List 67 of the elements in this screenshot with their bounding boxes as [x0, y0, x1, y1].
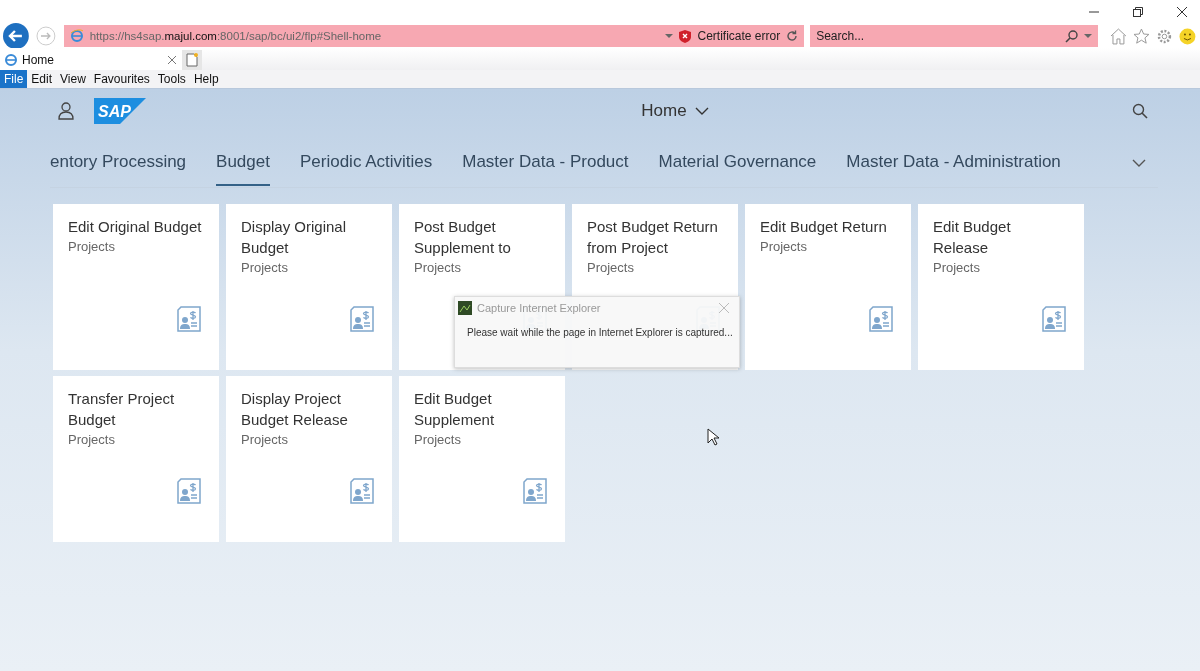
- tile-subtitle: Projects: [933, 260, 981, 275]
- app-tile[interactable]: Display Project Budget Release Projects: [226, 376, 392, 542]
- group-tab[interactable]: Master Data - Administration: [846, 140, 1061, 186]
- search-field[interactable]: Search...: [810, 25, 1099, 47]
- search-icon[interactable]: [1132, 103, 1148, 119]
- tile-title: Transfer Project Budget: [68, 389, 176, 430]
- star-icon[interactable]: [1133, 27, 1151, 45]
- new-page-icon: [186, 53, 198, 67]
- search-input[interactable]: Search...: [816, 29, 1060, 43]
- menu-item[interactable]: Help: [189, 70, 223, 88]
- group-tab[interactable]: Periodic Activities: [299, 140, 433, 186]
- menu-item[interactable]: Favourites: [89, 70, 154, 88]
- tile-subtitle: Projects: [68, 432, 116, 447]
- tile-title: Edit Budget Release: [933, 217, 1012, 258]
- app-tile[interactable]: Transfer Project Budget Projects: [53, 376, 219, 542]
- url-text[interactable]: https://hs4sap.majul.com:8001/sap/bc/ui2/flp#Shell-home: [89, 30, 382, 42]
- chevron-down-icon: [694, 107, 709, 115]
- tile-subtitle: Projects: [587, 260, 635, 275]
- smiley-icon[interactable]: [1179, 27, 1196, 45]
- group-tab[interactable]: entory Processing: [50, 140, 187, 186]
- group-tab[interactable]: Master Data - Product: [462, 140, 629, 186]
- tile-title: Edit Original Budget: [68, 217, 203, 237]
- mouse-pointer-icon: [707, 428, 719, 446]
- menu-item[interactable]: Edit: [27, 70, 57, 88]
- ie-page-icon: [69, 29, 84, 43]
- dropdown-icon[interactable]: [1084, 33, 1093, 39]
- tile-title: Post Budget Supplement to: [414, 217, 512, 258]
- sap-logo[interactable]: SAP: [94, 98, 146, 124]
- tile-title: Display Project Budget Release: [241, 389, 349, 430]
- group-tab[interactable]: Material Governance: [658, 140, 817, 186]
- close-icon[interactable]: [1176, 6, 1188, 18]
- menu-item[interactable]: Tools: [153, 70, 190, 88]
- menu-item[interactable]: File: [0, 70, 28, 88]
- search-icon[interactable]: [1065, 29, 1079, 43]
- tile-subtitle: Projects: [414, 432, 462, 447]
- app-icon: [458, 301, 472, 315]
- app-tile[interactable]: Display Original Budget Projects: [226, 204, 392, 370]
- new-tab-button[interactable]: [182, 50, 202, 70]
- tile-subtitle: Projects: [68, 239, 116, 254]
- tile-title: Edit Budget Return: [760, 217, 888, 237]
- tile-subtitle: Projects: [241, 260, 289, 275]
- tile-title: Display Original Budget: [241, 217, 348, 258]
- app-tile[interactable]: Edit Budget Return Projects: [745, 204, 911, 370]
- settings-icon[interactable]: [1156, 27, 1174, 45]
- group-tab[interactable]: Budget: [216, 140, 270, 186]
- app-tile[interactable]: Edit Original Budget Projects: [53, 204, 219, 370]
- back-icon[interactable]: [2, 22, 30, 50]
- address-bar[interactable]: https://hs4sap.majul.com:8001/sap/bc/ui2/flp#Shell-home Certificate error: [63, 25, 805, 47]
- ie-page-icon: [4, 52, 18, 67]
- restore-icon[interactable]: [1132, 6, 1144, 18]
- menu-item[interactable]: View: [56, 70, 90, 88]
- tile-title: Edit Budget Supplement: [414, 389, 496, 430]
- user-icon[interactable]: [58, 102, 74, 120]
- app-tile[interactable]: Edit Budget Release Projects: [918, 204, 1084, 370]
- shield-error-icon[interactable]: [679, 29, 692, 43]
- tile-title: Post Budget Return from Project: [587, 217, 719, 258]
- refresh-icon[interactable]: [786, 30, 799, 42]
- dropdown-icon[interactable]: [665, 33, 674, 39]
- chevron-down-icon[interactable]: [1132, 159, 1146, 167]
- shell-title-menu[interactable]: Home: [637, 97, 713, 125]
- tile-subtitle: Projects: [760, 239, 808, 254]
- tab-title[interactable]: Home: [22, 52, 54, 67]
- tile-subtitle: Projects: [241, 432, 289, 447]
- tile-subtitle: Projects: [414, 260, 462, 275]
- certificate-error-text[interactable]: Certificate error: [697, 29, 781, 43]
- app-tile[interactable]: Edit Budget Supplement Projects: [399, 376, 565, 542]
- browser-tab[interactable]: Home: [0, 49, 182, 70]
